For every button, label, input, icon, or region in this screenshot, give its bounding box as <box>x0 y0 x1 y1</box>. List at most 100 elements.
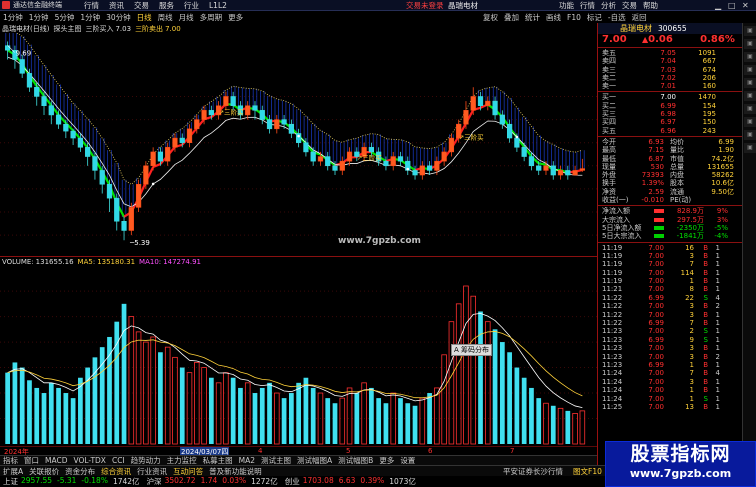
side-tool-1-icon[interactable]: ▣ <box>744 26 756 36</box>
price-chart[interactable]: 9.69 ─5.39 ↗三阶买 ↗三阶买 ↗三阶买 <box>0 33 597 255</box>
volume-bar <box>41 393 47 444</box>
period-1min-b[interactable]: 1分钟 <box>26 12 52 23</box>
formula-name[interactable]: 探头主图 <box>53 24 81 34</box>
ask-row[interactable]: 卖二 7.02 206 <box>598 74 756 82</box>
ask-row[interactable]: 卖三 7.03 674 <box>598 66 756 74</box>
menu-item-quotes[interactable]: 行情 <box>79 0 104 11</box>
candle-body <box>85 147 91 157</box>
ext-tab-industry-news[interactable]: 行业资讯 <box>134 466 170 477</box>
index-item[interactable]: 上证 2957.55 -5.31 -0.18% 1742亿 <box>0 476 140 487</box>
tool-overlay[interactable]: 叠加 <box>501 12 522 23</box>
ext-tab-related[interactable]: 关联报价 <box>26 466 62 477</box>
menu-item-analysis[interactable]: 分析 <box>598 0 619 11</box>
ext-tab-capital[interactable]: 资金分布 <box>62 466 98 477</box>
period-multi[interactable]: 多周期 <box>197 12 226 23</box>
tick-count: 1 <box>715 251 720 260</box>
ext-tab-news[interactable]: 综合资讯 <box>98 466 134 477</box>
candle-body <box>325 156 331 167</box>
side-tool-9-icon[interactable]: ▣ <box>744 130 756 140</box>
period-more[interactable]: 更多 <box>225 12 246 23</box>
tool-draw[interactable]: 画线 <box>543 12 564 23</box>
tool-watchlist[interactable]: -自选 <box>605 12 629 23</box>
period-30min[interactable]: 30分钟 <box>103 12 134 23</box>
menu-item-l1l2[interactable]: L1L2 <box>204 1 232 10</box>
tick-price: 7.00 <box>648 268 664 277</box>
tool-mark[interactable]: 标记 <box>584 12 605 23</box>
vol-ma10-value: 147274.91 <box>163 258 202 266</box>
tab-macd[interactable]: MACD <box>42 456 70 465</box>
menu-item-service[interactable]: 服务 <box>154 0 179 11</box>
tick-price: 7.00 <box>648 251 664 260</box>
stat-key: 市值 <box>670 154 684 163</box>
tick-time: 11:23 <box>602 361 623 369</box>
side-tool-8-icon[interactable]: ▣ <box>744 117 756 127</box>
menu-item-market[interactable]: 行情 <box>577 0 598 11</box>
volume-chart[interactable] <box>0 266 597 446</box>
candle-body <box>48 105 54 116</box>
chip-distribution-hint[interactable]: A 筹码分布 <box>451 344 493 356</box>
tick-volume: 3 <box>689 251 694 260</box>
flow-bar <box>654 217 664 222</box>
f10-label[interactable]: 图文F10 <box>570 466 605 477</box>
period-daily[interactable]: 日线 <box>134 12 155 23</box>
side-tool-7-icon[interactable]: ▣ <box>744 104 756 114</box>
bid-row[interactable]: 买三 6.98 195 <box>598 110 756 118</box>
side-tool-2-icon[interactable]: ▣ <box>744 39 756 49</box>
ask-row[interactable]: 卖一 7.01 160 <box>598 82 756 90</box>
bid-row[interactable]: 买四 6.97 150 <box>598 118 756 126</box>
bid-row[interactable]: 买二 6.99 154 <box>598 102 756 110</box>
menu-item-function[interactable]: 功能 <box>556 0 577 11</box>
tab-cci[interactable]: CCI <box>109 456 128 465</box>
side-tool-3-icon[interactable]: ▣ <box>744 52 756 62</box>
minimize-icon[interactable]: ▁ <box>715 1 721 10</box>
tool-restore-rights[interactable]: 复权 <box>480 12 501 23</box>
side-tool-5-icon[interactable]: ▣ <box>744 78 756 88</box>
close-icon[interactable]: ✕ <box>742 1 749 10</box>
period-1min-a[interactable]: 1分钟 <box>0 12 26 23</box>
period-monthly[interactable]: 月线 <box>176 12 197 23</box>
index-item[interactable]: 创业 1703.08 6.63 0.39% 1073亿 <box>282 476 416 487</box>
trade-login-notice[interactable]: 交易未登录 <box>406 0 444 11</box>
maximize-icon[interactable]: □ <box>728 1 736 10</box>
tab-ma2[interactable]: MA2 <box>236 456 258 465</box>
ext-tab-features[interactable]: 普及新功能说明 <box>206 466 265 477</box>
volume-bar <box>194 362 200 445</box>
tick-list[interactable]: 11:19 7.00 16 B 1 11:19 7.00 3 B 1 11:19 7.00 7 B 1 11:… <box>598 244 756 412</box>
period-1min-c[interactable]: 1分钟 <box>77 12 103 23</box>
tool-back[interactable]: 返回 <box>629 12 650 23</box>
side-tool-10-icon[interactable]: ▣ <box>744 143 756 153</box>
menu-item-industry[interactable]: 行业 <box>179 0 204 11</box>
volume-bar <box>238 387 243 444</box>
period-5min[interactable]: 5分钟 <box>52 12 78 23</box>
side-tool-6-icon[interactable]: ▣ <box>744 91 756 101</box>
tool-stats[interactable]: 统计 <box>522 12 543 23</box>
tick-time: 11:22 <box>602 310 623 319</box>
ask-row[interactable]: 卖四 7.04 667 <box>598 57 756 65</box>
volume-bar <box>507 352 512 444</box>
index-item[interactable]: 沪深 3502.72 1.74 0.03% 1272亿 <box>144 476 278 487</box>
support-dot <box>151 182 155 186</box>
bid-row[interactable]: 买一 7.00 1470 <box>598 93 756 101</box>
ask-price: 7.04 <box>660 57 676 66</box>
ask-row[interactable]: 卖五 7.05 1091 <box>598 49 756 57</box>
stock-link[interactable]: 晶瑞电材 <box>448 0 478 11</box>
tick-side: S <box>703 327 708 336</box>
menu-item-news[interactable]: 资讯 <box>104 0 129 11</box>
ext-tab-a[interactable]: 扩展A <box>0 466 26 477</box>
ext-tab-qa[interactable]: 互动问答 <box>170 466 206 477</box>
stat-key: 换手 <box>602 179 616 188</box>
side-tool-4-icon[interactable]: ▣ <box>744 65 756 75</box>
flow-value: 828.9万 <box>676 207 704 216</box>
vol-ma10-label: MA10 <box>139 258 159 266</box>
menu-item-help[interactable]: 帮助 <box>640 0 661 11</box>
menu-item-trading[interactable]: 交易 <box>619 0 640 11</box>
candle-body <box>135 184 142 208</box>
tab-vol-tdx[interactable]: VOL-TDX <box>70 456 108 465</box>
candle-body <box>492 100 498 116</box>
period-weekly[interactable]: 周线 <box>155 12 176 23</box>
buy-value: 7.03 <box>115 24 132 33</box>
bid-row[interactable]: 买五 6.96 243 <box>598 127 756 135</box>
index-pct: -0.18% <box>81 476 108 485</box>
menu-item-trade[interactable]: 交易 <box>129 0 154 11</box>
tool-f10[interactable]: F10 <box>564 13 584 22</box>
